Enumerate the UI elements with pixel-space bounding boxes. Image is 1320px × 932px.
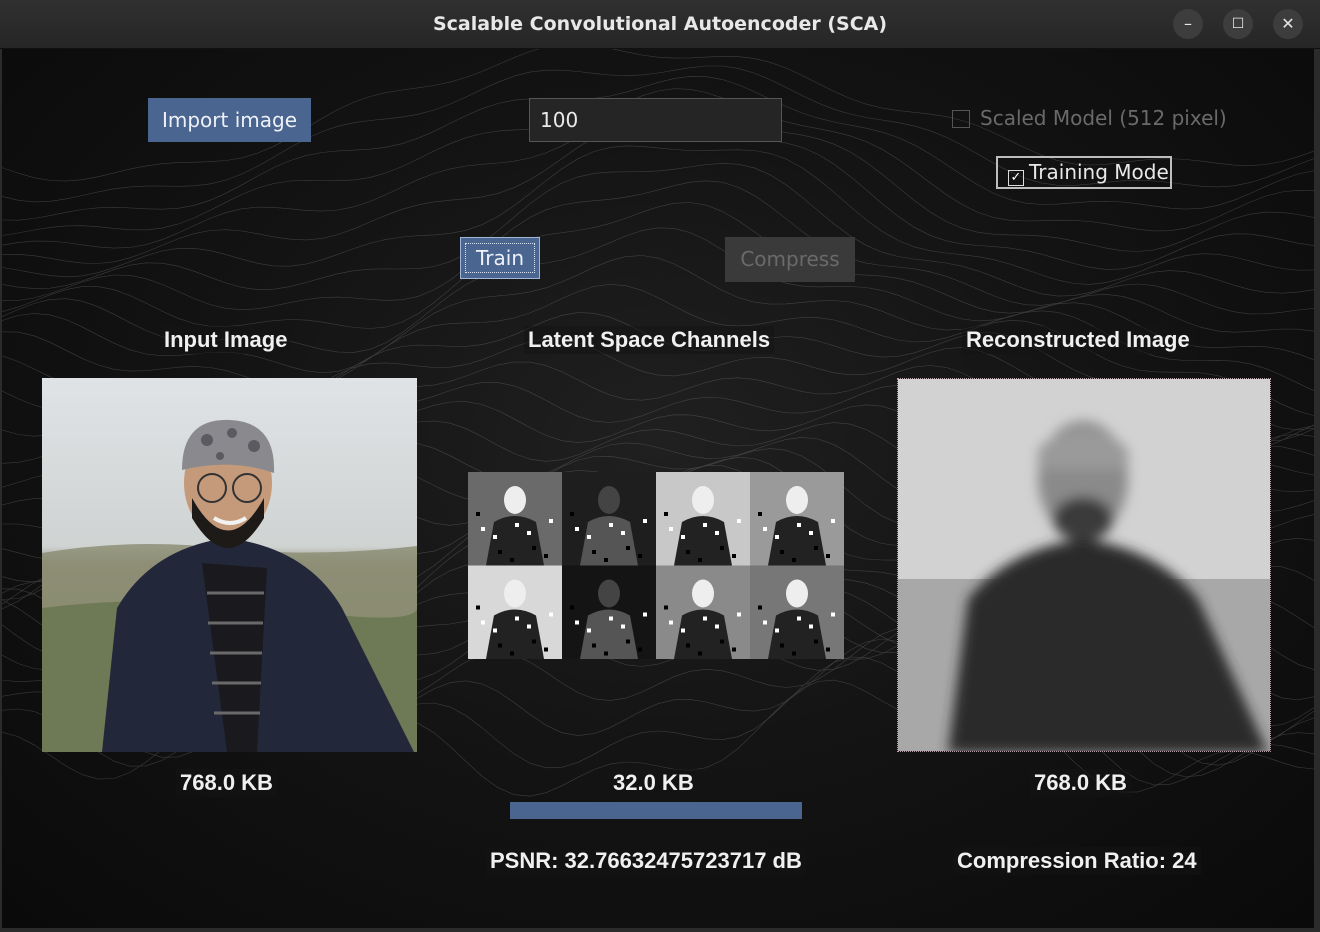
training-mode-checkbox[interactable]: ✓ Training Mode [996,156,1172,189]
progress-bar [510,802,802,819]
train-button[interactable]: Train [460,237,540,279]
reconstructed-size: 768.0 KB [1030,769,1131,797]
input-image-title: Input Image [160,326,292,354]
training-mode-label: Training Mode [1029,160,1169,184]
latent-channel-tile [656,472,750,566]
mesh-line [2,122,1314,270]
reconstructed-image [897,378,1271,752]
latent-channel-tile [562,565,656,659]
reconstructed-image-title: Reconstructed Image [962,326,1194,354]
minimize-icon[interactable]: – [1173,9,1203,39]
compress-button[interactable]: Compress [725,237,855,282]
compression-ratio-value: Compression Ratio: 24 [953,847,1201,875]
mesh-line [2,202,1314,333]
mesh-line [2,180,1314,315]
latent-channel-tile [562,472,656,566]
latent-channel-tile [750,565,844,659]
latent-channels-grid [468,472,844,659]
epochs-input[interactable]: 100 [529,98,782,142]
close-icon[interactable]: ✕ [1273,9,1303,39]
train-button-label: Train [465,243,535,273]
app-window: Scalable Convolutional Autoencoder (SCA)… [0,0,1320,932]
window-title: Scalable Convolutional Autoencoder (SCA) [432,13,888,35]
latent-space-title: Latent Space Channels [524,326,775,354]
scaled-model-label: Scaled Model (512 pixel) [980,106,1227,130]
latent-size: 32.0 KB [609,769,698,797]
input-size: 768.0 KB [176,769,277,797]
progress-fill [510,802,802,819]
input-image [42,378,417,752]
mesh-line [2,255,1314,391]
import-image-button[interactable]: Import image [148,98,311,142]
main-area: Import image 100 Scaled Model (512 pixel… [2,49,1314,928]
scaled-model-checkbox[interactable]: Scaled Model (512 pixel) [952,106,1227,134]
psnr-value: PSNR: 32.76632475723717 dB [486,847,806,875]
latent-channel-tile [750,472,844,566]
maximize-icon[interactable]: ☐ [1223,9,1253,39]
title-bar[interactable]: Scalable Convolutional Autoencoder (SCA)… [0,0,1320,49]
latent-channel-tile [468,565,562,659]
checkbox-unchecked-icon [952,110,970,128]
latent-channel-tile [468,472,562,566]
checkbox-checked-icon: ✓ [1008,170,1024,186]
latent-channel-tile [656,565,750,659]
